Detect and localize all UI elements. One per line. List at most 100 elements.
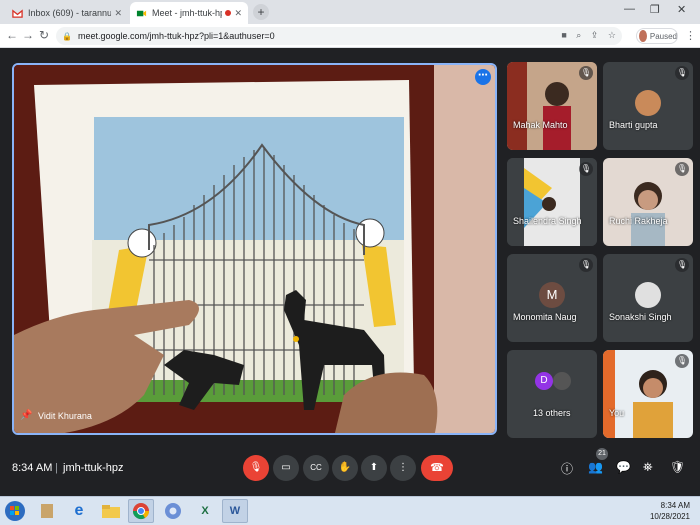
ie-taskbar-icon[interactable]: e bbox=[66, 499, 92, 523]
maximize-icon[interactable]: ❐ bbox=[650, 3, 660, 16]
clock-date: 10/28/2021 bbox=[649, 512, 690, 521]
chat-icon[interactable]: 💬 bbox=[616, 460, 631, 474]
mic-off-icon: 🎙 bbox=[675, 66, 689, 80]
tab-title: Inbox (609) - tarannum@theinde bbox=[28, 8, 112, 18]
captions-button[interactable]: CC bbox=[303, 455, 329, 481]
camera-toggle-button[interactable]: ▭ bbox=[273, 455, 299, 481]
back-icon[interactable]: ← bbox=[6, 28, 18, 42]
participant-tile[interactable]: 🎙 Bharti gupta bbox=[603, 62, 693, 150]
mic-off-icon: 🎙 bbox=[249, 462, 263, 473]
end-call-icon: ☎ bbox=[430, 462, 444, 474]
window-icon bbox=[41, 504, 53, 518]
people-icon[interactable]: 👥 bbox=[588, 460, 603, 474]
host-controls-icon[interactable]: 🛡 bbox=[670, 460, 685, 474]
avatar bbox=[553, 372, 571, 390]
present-button[interactable]: ⬆ bbox=[361, 455, 387, 481]
chrome-profile-taskbar-icon[interactable] bbox=[160, 499, 186, 523]
mic-off-icon: 🎙 bbox=[675, 162, 689, 176]
pin-icon[interactable]: 📌 bbox=[20, 410, 32, 421]
participant-name: You bbox=[609, 408, 625, 418]
zoom-icon[interactable]: ⌕ bbox=[576, 30, 581, 40]
divider: | bbox=[55, 462, 58, 474]
system-clock[interactable]: 8:34 AM 10/28/2021 bbox=[650, 500, 690, 522]
new-tab-button[interactable]: + bbox=[253, 4, 269, 20]
participant-count-badge: 21 bbox=[596, 448, 608, 460]
share-icon[interactable]: ⇪ bbox=[591, 30, 599, 40]
participant-name: Ruchi Rakheja bbox=[609, 216, 668, 226]
info-icon[interactable]: ⓘ bbox=[561, 460, 573, 477]
activities-icon[interactable]: ⛯ bbox=[643, 460, 653, 475]
others-tile[interactable]: D 13 others bbox=[507, 350, 597, 438]
participant-name: Shailendra Singh bbox=[513, 216, 582, 226]
minimize-icon[interactable]: — bbox=[624, 3, 635, 15]
participant-name: Bharti gupta bbox=[609, 120, 658, 130]
avatar: M bbox=[539, 282, 565, 308]
avatar bbox=[635, 282, 661, 308]
meeting-code: jmh-ttuk-hpz bbox=[63, 462, 124, 474]
mic-off-icon: 🎙 bbox=[579, 66, 593, 80]
participant-tile[interactable]: 🎙 Sonakshi Singh bbox=[603, 254, 693, 342]
tab-title: Meet - jmh-ttuk-hpz bbox=[152, 8, 223, 18]
more-options-button[interactable]: ⋯ bbox=[475, 69, 491, 85]
tab-gmail[interactable]: Inbox (609) - tarannum@theinde ✕ bbox=[6, 2, 128, 24]
close-tab-icon[interactable]: ✕ bbox=[234, 8, 242, 19]
taskbar: e X W 8:34 AM 10/28/2021 bbox=[0, 496, 700, 525]
excel-taskbar-icon[interactable]: X bbox=[192, 499, 218, 523]
meeting-controls-bar: 8:34 AM | jmh-ttuk-hpz 🎙 ▭ CC ✋ ⬆ ⋮ ☎ ⓘ … bbox=[0, 446, 700, 496]
avatar bbox=[635, 90, 661, 116]
mic-off-icon: 🎙 bbox=[675, 354, 689, 368]
forward-icon[interactable]: → bbox=[22, 28, 34, 42]
self-tile[interactable]: 🎙 You bbox=[603, 350, 693, 438]
meeting-time: 8:34 AM bbox=[12, 462, 53, 474]
mic-off-icon: 🎙 bbox=[579, 258, 593, 272]
start-button[interactable] bbox=[4, 500, 26, 522]
url-text: meet.google.com/jmh-ttuk-hpz?pli=1&authu… bbox=[77, 31, 275, 41]
video-frame bbox=[14, 65, 495, 433]
avatar bbox=[639, 30, 647, 42]
hand-icon: ✋ bbox=[338, 462, 352, 473]
browser-toolbar: ← → ↻ 🔒 meet.google.com/jmh-ttuk-hpz?pli… bbox=[0, 24, 700, 48]
chrome-icon bbox=[165, 503, 181, 519]
avatar: D bbox=[535, 372, 553, 390]
participant-tile[interactable]: 🎙 Ruchi Rakheja bbox=[603, 158, 693, 246]
camera-icon: ▭ bbox=[281, 462, 291, 473]
profile-button[interactable]: Paused bbox=[636, 28, 678, 44]
file-explorer-taskbar-icon[interactable] bbox=[98, 499, 124, 523]
chrome-taskbar-icon[interactable] bbox=[128, 499, 154, 523]
close-window-icon[interactable]: ✕ bbox=[677, 3, 686, 16]
more-options-button[interactable]: ⋮ bbox=[390, 455, 416, 481]
participant-name: Mahak Mahto bbox=[513, 120, 568, 130]
captions-icon: CC bbox=[310, 463, 322, 472]
participant-tile[interactable]: 🎙 Mahak Mahto bbox=[507, 62, 597, 150]
recording-icon bbox=[225, 10, 232, 16]
folder-icon bbox=[102, 505, 120, 518]
gmail-icon bbox=[12, 8, 23, 18]
mic-off-icon: 🎙 bbox=[675, 258, 689, 272]
address-bar[interactable]: 🔒 meet.google.com/jmh-ttuk-hpz?pli=1&aut… bbox=[56, 27, 622, 45]
camera-indicator-icon[interactable]: ■ bbox=[561, 30, 566, 40]
reload-icon[interactable]: ↻ bbox=[39, 28, 49, 42]
participant-name: Sonakshi Singh bbox=[609, 312, 672, 322]
presenter-name: Vidit Khurana bbox=[38, 411, 92, 421]
explorer-taskbar-icon[interactable] bbox=[34, 499, 60, 523]
participant-name: Monomita Naug bbox=[513, 312, 577, 322]
chrome-icon bbox=[132, 503, 150, 520]
leave-call-button[interactable]: ☎ bbox=[421, 455, 453, 481]
browser-menu-icon[interactable]: ⋮ bbox=[685, 29, 696, 42]
close-tab-icon[interactable]: ✕ bbox=[114, 8, 122, 19]
participant-tile[interactable]: 🎙 Shailendra Singh bbox=[507, 158, 597, 246]
star-icon[interactable]: ☆ bbox=[608, 30, 616, 40]
lock-icon: 🔒 bbox=[62, 31, 72, 41]
meet-icon bbox=[136, 10, 147, 16]
participant-tile[interactable]: M 🎙 Monomita Naug bbox=[507, 254, 597, 342]
more-vert-icon: ⋮ bbox=[398, 462, 408, 473]
raise-hand-button[interactable]: ✋ bbox=[332, 455, 358, 481]
tab-meet[interactable]: Meet - jmh-ttuk-hpz ✕ bbox=[130, 2, 248, 24]
main-video[interactable]: ⋯ 📌 Vidit Khurana bbox=[12, 63, 497, 435]
word-taskbar-icon[interactable]: W bbox=[222, 499, 248, 523]
profile-status: Paused bbox=[649, 31, 677, 41]
mic-toggle-button[interactable]: 🎙 bbox=[243, 455, 269, 481]
present-icon: ⬆ bbox=[369, 462, 379, 473]
tab-strip: Inbox (609) - tarannum@theinde ✕ Meet - … bbox=[0, 0, 700, 24]
others-count: 13 others bbox=[533, 408, 571, 418]
